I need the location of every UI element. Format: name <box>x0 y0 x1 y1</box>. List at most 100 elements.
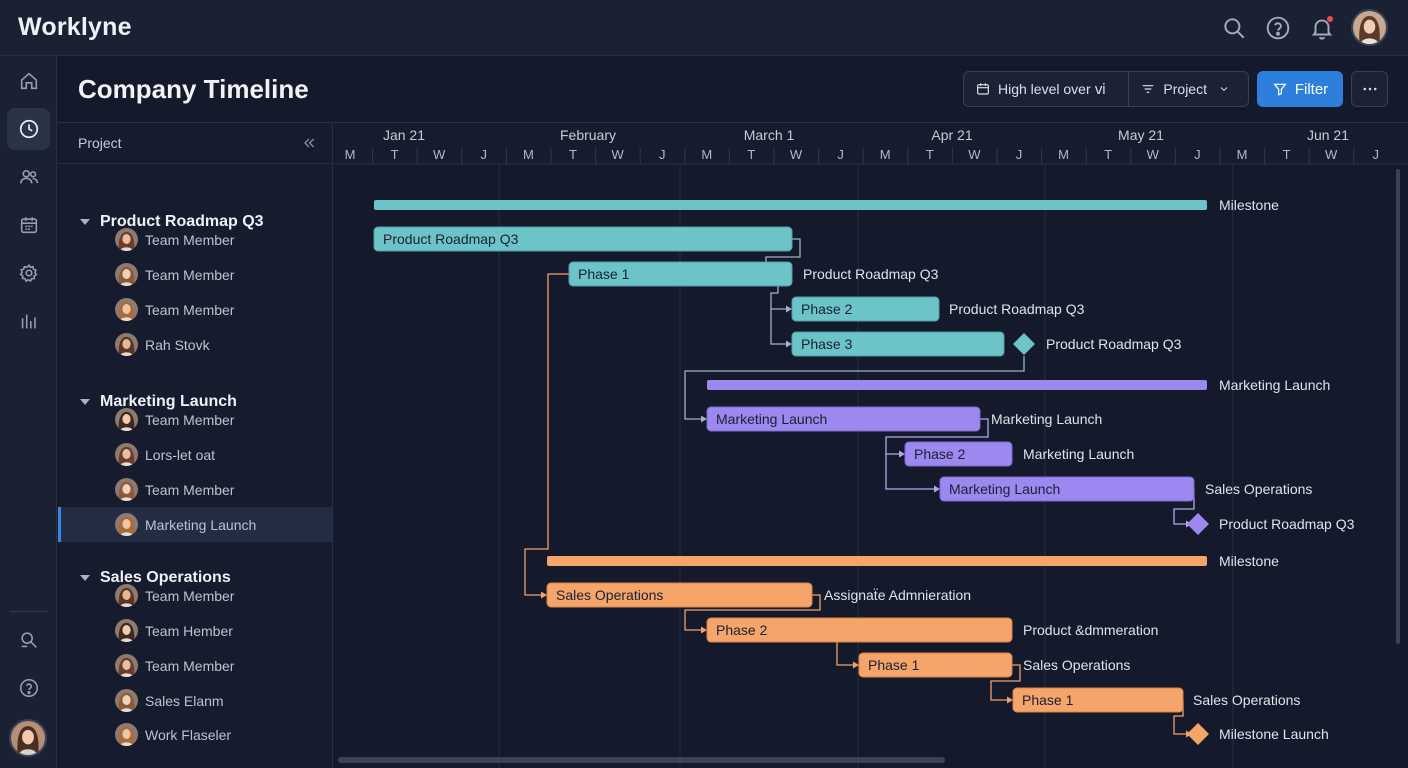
day-label: J <box>837 147 844 162</box>
member-row[interactable]: Team Member <box>58 472 332 507</box>
project-panel-header: Project <box>58 123 332 164</box>
summary-bar[interactable] <box>374 200 1207 210</box>
member-name: Team Member <box>145 266 235 283</box>
member-avatar <box>115 408 138 431</box>
member-avatar <box>115 263 138 286</box>
summary-bar[interactable] <box>707 380 1207 390</box>
more-dots-icon <box>1362 87 1377 91</box>
member-name: Lors-let oat <box>145 446 216 463</box>
row-end-label: Sales Operations <box>1205 481 1312 497</box>
filter-label: Filter <box>1294 80 1329 98</box>
app-logo[interactable]: Worklyne <box>18 13 132 42</box>
settings-icon[interactable] <box>7 252 50 294</box>
summary-bar[interactable] <box>547 556 1207 566</box>
row-end-label: Marketing Launch <box>1219 377 1330 393</box>
row-end-label: Marketing Launch <box>991 411 1102 427</box>
filter-button[interactable]: Filter <box>1257 71 1343 107</box>
rail-divider <box>10 611 47 612</box>
dependency-connector <box>770 309 786 345</box>
task-bar-label: Phase 3 <box>801 336 853 352</box>
filter-icon <box>1273 83 1287 96</box>
task-bar-label: Marketing Launch <box>716 411 827 427</box>
member-row[interactable]: Work Flaseler <box>58 717 332 752</box>
day-label: J <box>481 147 488 162</box>
task-bar-label: Phase 2 <box>914 446 966 462</box>
dependency-connector <box>524 273 569 596</box>
member-row[interactable]: Rah Stovk <box>58 327 332 362</box>
day-label: T <box>1104 147 1112 162</box>
group-by-select[interactable]: Project <box>1129 72 1248 106</box>
day-label: M <box>880 147 891 162</box>
calendar-icon[interactable] <box>7 204 50 246</box>
member-row[interactable]: Marketing Launch <box>58 507 332 542</box>
member-name: Work Flaseler <box>145 726 232 743</box>
task-bar-label: Product Roadmap Q3 <box>383 231 519 247</box>
user-avatar[interactable] <box>1351 9 1388 46</box>
task-bar-label: Phase 2 <box>801 301 853 317</box>
member-row[interactable]: Team Member <box>58 292 332 327</box>
gantt-chart: Jan 21 February March 1 Apr 21 May 21 Jun 21 M… <box>334 122 1408 768</box>
row-end-label: Sales Operations <box>1193 692 1300 708</box>
member-row[interactable]: Sales Elanm <box>58 683 332 718</box>
task-bar-label: Phase 1 <box>578 266 630 282</box>
view-select[interactable]: High level over ⅵ <box>964 72 1128 106</box>
member-row[interactable]: Team Member <box>58 402 332 437</box>
help-circle-icon[interactable] <box>7 667 50 709</box>
vertical-scrollbar[interactable] <box>1396 169 1400 644</box>
day-label: J <box>1373 147 1380 162</box>
collapse-panel-icon[interactable] <box>301 135 317 151</box>
page-title: Company Timeline <box>78 74 309 104</box>
member-name: Team Member <box>145 301 235 318</box>
day-label: T <box>1283 147 1291 162</box>
day-label: M <box>1058 147 1069 162</box>
bell-icon[interactable] <box>1309 15 1335 41</box>
member-name: Team Member <box>145 481 235 498</box>
day-label: W <box>790 147 803 162</box>
member-name: Team Member <box>145 657 235 674</box>
view-select-label: High level over ⅵ <box>998 80 1106 97</box>
main-area: Company Timeline High level over ⅵ Proje… <box>58 56 1408 768</box>
calendar-small-icon <box>977 83 989 95</box>
member-avatar <box>115 584 138 607</box>
member-row[interactable]: Team Member <box>58 222 332 257</box>
day-label: M <box>345 147 356 162</box>
help-icon[interactable] <box>1265 15 1291 41</box>
more-options-button[interactable] <box>1351 71 1388 107</box>
task-bar-label: Marketing Launch <box>949 481 1060 497</box>
milestone-diamond[interactable] <box>1187 723 1209 745</box>
member-row[interactable]: Team Member <box>58 648 332 683</box>
month-label: Apr 21 <box>931 127 972 143</box>
task-bar-label: Phase 2 <box>716 622 768 638</box>
search-icon[interactable] <box>1221 15 1247 41</box>
member-row[interactable]: Team Member <box>58 578 332 613</box>
day-label: T <box>569 147 577 162</box>
day-label: M <box>701 147 712 162</box>
milestone-diamond[interactable] <box>1187 513 1209 535</box>
member-name: Rah Stovk <box>145 336 210 353</box>
task-bar-label: Phase 1 <box>868 657 920 673</box>
row-end-label: Marketing Launch <box>1023 446 1134 462</box>
member-name: Marketing Launch <box>145 516 257 533</box>
search-tool-icon[interactable] <box>7 619 50 661</box>
home-icon[interactable] <box>7 60 50 102</box>
day-label: W <box>1325 147 1338 162</box>
dependency-arrow <box>786 305 792 313</box>
milestone-diamond[interactable] <box>1013 333 1035 355</box>
month-label: Jan 21 <box>383 127 425 143</box>
day-label: M <box>523 147 534 162</box>
profile-avatar[interactable] <box>9 719 47 757</box>
member-avatar <box>115 723 138 746</box>
row-end-label: Sales Operations <box>1023 657 1130 673</box>
clock-icon[interactable] <box>7 108 50 150</box>
horizontal-scrollbar[interactable] <box>338 757 945 763</box>
member-row[interactable]: Team Hember <box>58 613 332 648</box>
row-end-label: Milestone <box>1219 197 1279 213</box>
member-avatar <box>115 654 138 677</box>
month-label: May 21 <box>1118 127 1164 143</box>
member-avatar <box>115 478 138 501</box>
users-icon[interactable] <box>7 156 50 198</box>
dependency-connector <box>836 642 853 666</box>
member-row[interactable]: Team Member <box>58 257 332 292</box>
member-row[interactable]: Lors-let oat <box>58 437 332 472</box>
analytics-icon[interactable] <box>7 300 50 342</box>
